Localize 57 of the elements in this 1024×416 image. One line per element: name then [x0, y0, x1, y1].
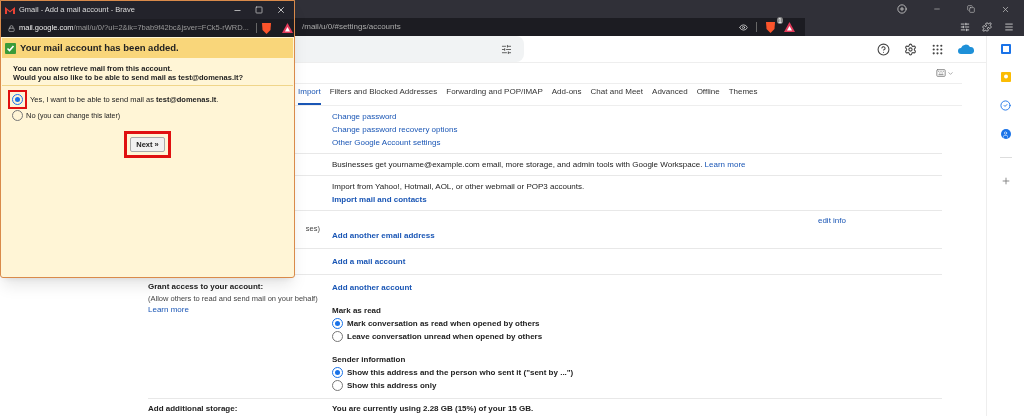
calendar-icon[interactable] [1000, 44, 1011, 54]
mail-logo-icon [5, 6, 15, 14]
info-text: Businesses get yourname@example.com email, more storage, and admin tools with Google Workspace. Learn more [332, 159, 747, 171]
check-icon [5, 42, 16, 54]
address-bar-url[interactable]: /mail/u/0/#settings/accounts [302, 21, 401, 33]
account-link[interactable]: Change password recovery options [332, 123, 942, 136]
settings-tab[interactable]: Filters and Blocked Addresses [329, 86, 438, 105]
account-link[interactable]: Change password [332, 110, 942, 123]
add-icon[interactable] [1000, 176, 1011, 186]
triangle-icon[interactable] [784, 22, 795, 32]
settings-tab[interactable]: Add-ons [551, 86, 582, 105]
info-text: Import from Yahoo!, Hotmail, AOL, or other webmail or POP3 accounts. [332, 181, 586, 193]
section-label: Grant access to your account: [148, 281, 265, 293]
settings-icon[interactable] [904, 42, 917, 56]
restore-icon[interactable] [967, 5, 975, 13]
settings-tab[interactable]: Forwarding and POP/IMAP [446, 86, 543, 105]
close-icon[interactable] [276, 5, 286, 15]
close-icon[interactable] [1001, 4, 1010, 14]
help-icon[interactable] [877, 42, 890, 56]
edit-info-link[interactable]: edit info [817, 215, 846, 242]
action-link[interactable]: Add another email address [332, 229, 818, 242]
learn-more-link[interactable]: Learn more [148, 304, 332, 317]
new-tab-icon[interactable] [897, 4, 907, 14]
lion-shield-icon[interactable] [260, 22, 272, 34]
settings-tab[interactable]: Themes [728, 86, 758, 105]
option-label: Mark conversation as read when opened by others [347, 318, 540, 330]
maximize-icon[interactable] [255, 6, 263, 14]
group-title: Mark as read [332, 305, 382, 317]
action-link[interactable]: Import mail and contacts [332, 193, 942, 206]
settings-tab[interactable]: Chat and Meet [590, 86, 644, 105]
action-link[interactable]: Add a mail account [332, 255, 942, 268]
account-link[interactable]: Other Google Account settings [332, 136, 942, 149]
search-options-icon[interactable] [501, 43, 512, 55]
settings-tab[interactable]: Import [298, 86, 321, 105]
option-label: Show this address and the person who sent it ("sent by ...") [347, 367, 574, 379]
settings-tab[interactable]: Offline [696, 86, 720, 105]
sliders-icon[interactable] [960, 22, 970, 32]
contacts-icon[interactable] [1000, 129, 1011, 139]
menu-icon[interactable] [1004, 22, 1014, 32]
lion-shield-icon[interactable] [765, 21, 776, 33]
cloud-logo-icon[interactable] [958, 44, 974, 54]
settings-tab[interactable]: Advanced [652, 86, 688, 105]
extensions-icon[interactable] [982, 22, 992, 32]
triangle-icon[interactable] [281, 23, 293, 33]
eye-icon[interactable] [739, 22, 748, 32]
keyboard-icon[interactable] [936, 68, 946, 78]
section-label: Add additional storage: [148, 403, 239, 415]
lock-icon [8, 24, 15, 32]
option-label: Show this address only [347, 380, 437, 392]
option-label: Leave conversation unread when opened by others [347, 331, 543, 343]
apps-icon[interactable] [931, 42, 944, 56]
tasks-icon[interactable] [1000, 100, 1011, 111]
storage-text: You are currently using 2.28 GB (15%) of your 15 GB. [332, 403, 535, 415]
learn-more-link[interactable]: Learn more [704, 160, 746, 169]
banner-text: Your mail account has been added. [20, 40, 179, 55]
group-title: Sender information [332, 354, 407, 366]
action-link[interactable]: Add another account [332, 281, 942, 294]
